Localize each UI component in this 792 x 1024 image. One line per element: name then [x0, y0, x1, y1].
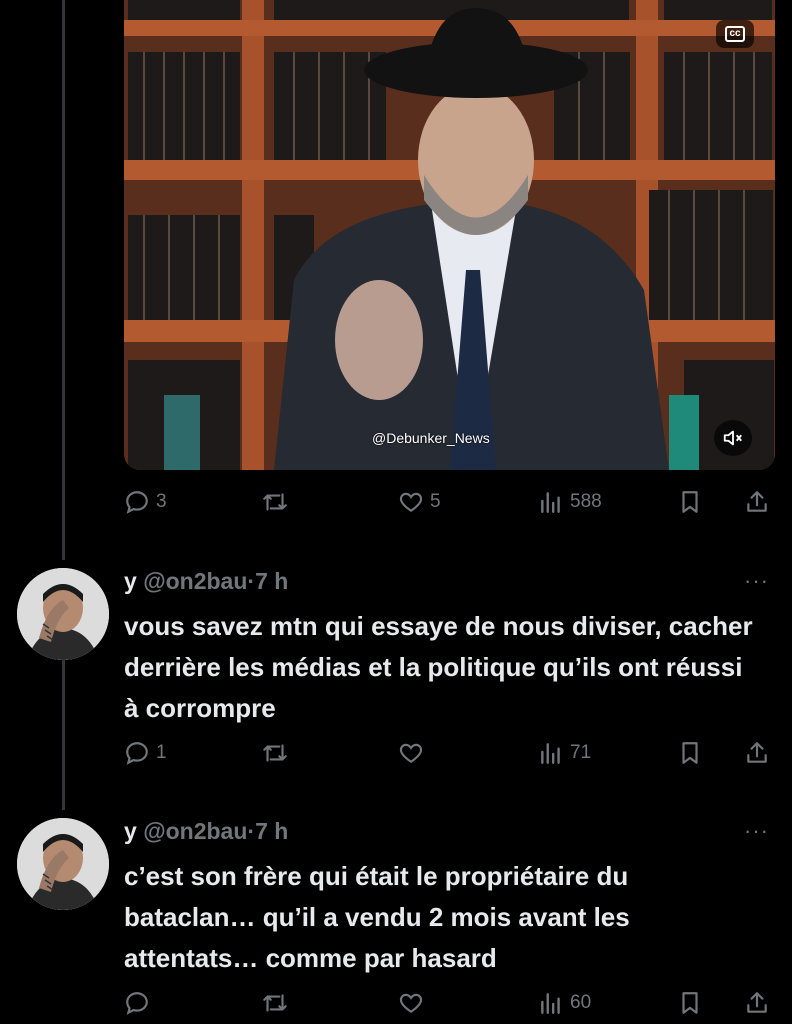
post-header: y @on2bau·7 h — [124, 568, 288, 595]
thread-line — [62, 0, 65, 560]
thread-line — [62, 660, 65, 810]
bookmark-button[interactable] — [677, 489, 703, 515]
views-button[interactable]: 588 — [538, 489, 602, 515]
retweet-button[interactable] — [260, 740, 296, 766]
view-count: 588 — [570, 491, 602, 512]
separator: · — [247, 818, 256, 844]
reply-button[interactable]: 1 — [124, 740, 167, 766]
bookmark-icon — [682, 491, 698, 513]
retweet-button[interactable] — [260, 990, 296, 1016]
post-text: vous savez mtn qui essaye de nous divise… — [124, 611, 753, 723]
more-icon[interactable]: ··· — [744, 820, 769, 842]
reply-count: 1 — [156, 742, 167, 763]
like-button[interactable] — [398, 990, 430, 1016]
bookmark-button[interactable] — [677, 990, 703, 1016]
like-icon — [399, 492, 423, 512]
bookmark-button[interactable] — [677, 740, 703, 766]
more-icon[interactable]: ··· — [744, 570, 769, 592]
like-count: 5 — [430, 491, 441, 512]
share-icon — [747, 992, 767, 1013]
retweet-icon — [263, 493, 287, 511]
display-name[interactable]: y — [124, 568, 137, 594]
like-icon — [399, 993, 423, 1013]
display-name[interactable]: y — [124, 818, 137, 844]
post-text: c’est son frère qui était le propriétair… — [124, 861, 630, 973]
retweet-icon — [263, 994, 287, 1012]
separator: · — [247, 568, 256, 594]
share-icon — [747, 742, 767, 763]
mute-icon — [723, 430, 742, 446]
like-icon — [399, 743, 423, 763]
avatar[interactable] — [17, 568, 109, 660]
views-icon — [541, 743, 560, 764]
captions-button[interactable]: cc — [716, 20, 754, 48]
view-count: 71 — [570, 742, 592, 763]
views-button[interactable]: 71 — [538, 740, 591, 766]
reply-button[interactable] — [124, 990, 156, 1016]
tweet-actions: 1 71 — [124, 740, 772, 770]
like-button[interactable]: 5 — [398, 489, 441, 515]
bookmark-icon — [682, 992, 698, 1014]
avatar-image — [17, 818, 109, 910]
tweet-actions: 3 5 588 — [124, 489, 772, 519]
reply-icon — [126, 491, 148, 514]
reply-icon — [126, 992, 148, 1015]
user-handle[interactable]: @on2bau — [143, 568, 247, 594]
video-watermark: @Debunker_News — [372, 430, 490, 446]
avatar[interactable] — [17, 818, 109, 910]
reply-button[interactable]: 3 — [124, 489, 167, 515]
reply-count: 3 — [156, 491, 167, 512]
video-player[interactable]: cc @Debunker_News — [124, 0, 775, 470]
cc-icon: cc — [725, 26, 745, 42]
retweet-button[interactable] — [260, 489, 296, 515]
video-frame — [124, 0, 775, 470]
share-button[interactable] — [744, 489, 770, 515]
reply-icon — [126, 742, 148, 765]
mute-button[interactable] — [714, 420, 752, 456]
views-icon — [541, 492, 560, 513]
timestamp[interactable]: 7 h — [255, 818, 288, 844]
share-icon — [747, 491, 767, 512]
share-button[interactable] — [744, 990, 770, 1016]
share-button[interactable] — [744, 740, 770, 766]
views-icon — [541, 993, 560, 1014]
user-handle[interactable]: @on2bau — [143, 818, 247, 844]
views-button[interactable]: 60 — [538, 990, 591, 1016]
like-button[interactable] — [398, 740, 430, 766]
view-count: 60 — [570, 992, 592, 1013]
avatar-image — [17, 568, 109, 660]
tweet-actions: 60 — [124, 990, 772, 1020]
retweet-icon — [263, 744, 287, 762]
post-header: y @on2bau·7 h — [124, 818, 288, 845]
timestamp[interactable]: 7 h — [255, 568, 288, 594]
bookmark-icon — [682, 742, 698, 764]
